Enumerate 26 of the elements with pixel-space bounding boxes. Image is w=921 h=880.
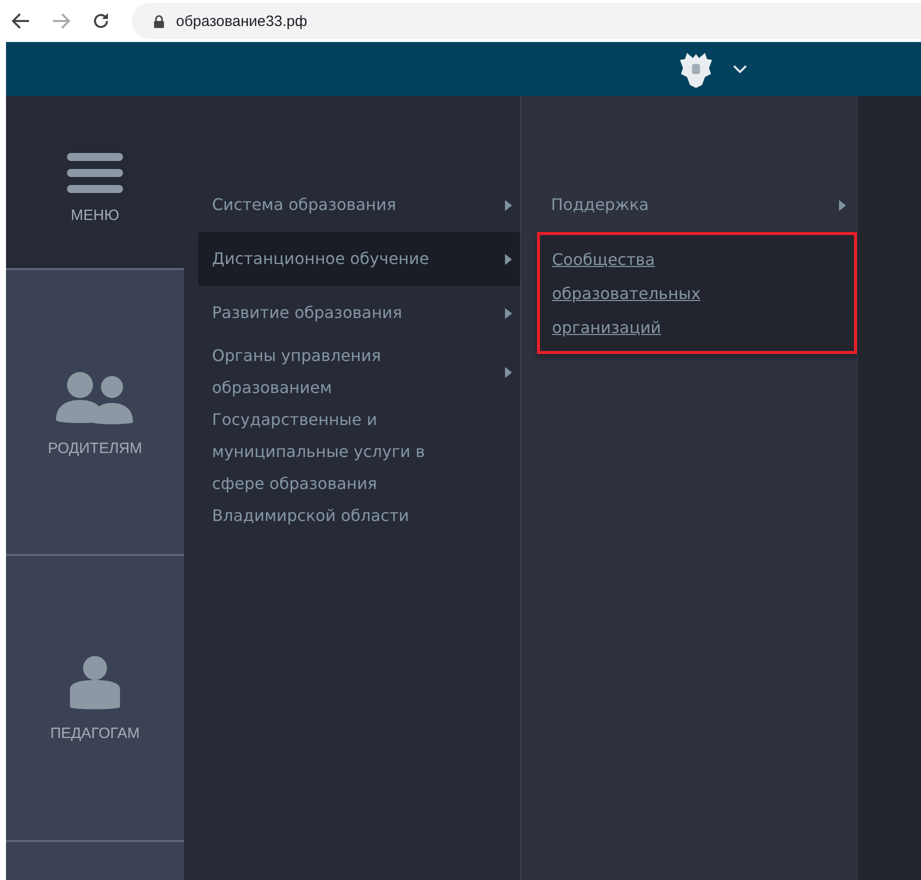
lock-icon [154, 14, 164, 28]
caret-icon [839, 200, 846, 210]
url-text: образование33.рф [176, 12, 308, 30]
caret-icon [505, 308, 512, 318]
emblem-icon[interactable] [679, 50, 713, 88]
sidebar-item[interactable]: РОДИТЕЛЯМ [6, 268, 184, 554]
menu-item[interactable]: Развитие образования [198, 286, 520, 340]
chevron-down-icon[interactable] [733, 64, 747, 74]
menu-item[interactable]: Система образования [198, 178, 520, 232]
menu-item[interactable]: Государственные и муниципальные услуги в сфере образования Владимирской области [198, 404, 520, 532]
person-icon [69, 654, 121, 710]
menu-item[interactable]: Поддержка [537, 178, 858, 232]
sidebar-label: ПЕДАГОГАМ [50, 724, 140, 742]
back-icon[interactable] [12, 13, 30, 30]
community-link[interactable]: Сообщества образовательных организаций [552, 243, 782, 345]
menu-icon [67, 152, 123, 192]
caret-icon [505, 254, 512, 264]
caret-icon [505, 200, 512, 210]
menu-item[interactable]: Дистанционное обучение [198, 232, 520, 286]
sidebar-label: РОДИТЕЛЯМ [48, 440, 142, 456]
menu-item[interactable]: Органы управления образованием [198, 340, 520, 404]
address-bar[interactable]: образование33.рф [132, 3, 921, 40]
reload-icon[interactable] [92, 12, 110, 30]
caret-icon [505, 366, 512, 378]
sidebar-item[interactable]: ПЕДАГОГАМ [6, 554, 184, 840]
sidebar-label: МЕНЮ [70, 206, 120, 224]
